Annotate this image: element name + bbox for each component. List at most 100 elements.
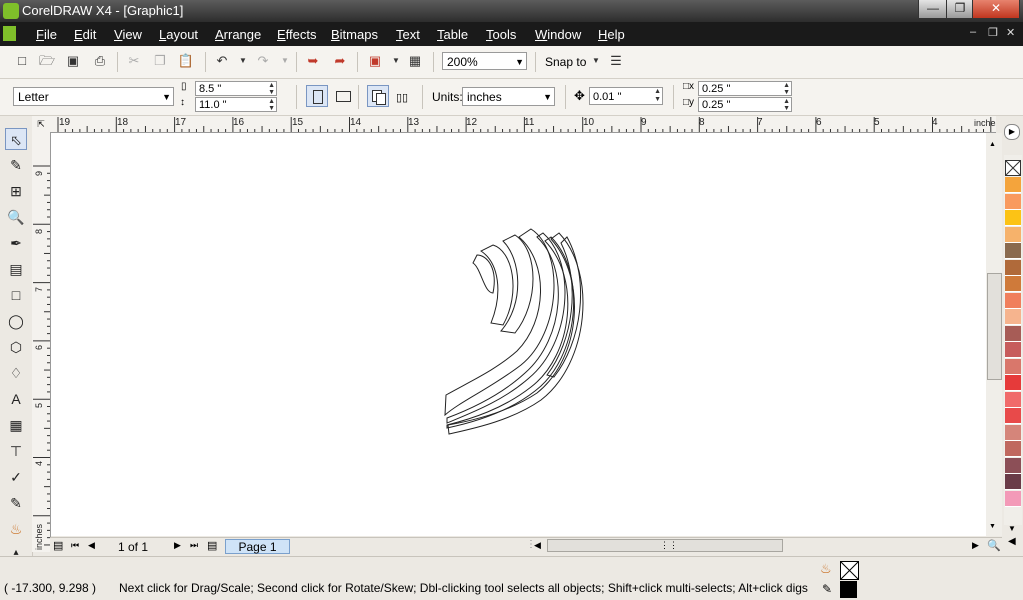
application-launcher-icon[interactable]: ▣ [366,53,384,69]
paper-type-select[interactable]: Letter ▼ [13,87,174,106]
maximize-button[interactable]: ❐ [946,0,974,19]
paste-icon[interactable]: 📋 [177,53,195,69]
fill-tool-icon[interactable]: ♨ [5,518,27,540]
units-select[interactable]: inches ▼ [462,87,555,106]
zoom-tool-icon[interactable]: 🔍 [5,206,27,228]
navigator-icon[interactable]: 🔍 [987,539,1001,552]
menu-arrange[interactable]: Arrange [215,27,261,42]
new-document-icon[interactable]: □ [13,53,31,69]
palette-swatch[interactable] [1005,259,1021,276]
copy-icon[interactable]: ❐ [151,53,169,69]
snap-to-dropdown-icon[interactable]: ▼ [587,53,605,69]
palette-swatch[interactable] [1005,177,1021,193]
landscape-button[interactable] [336,91,351,102]
duplicate-distance-y-input[interactable]: 0.25 " ▲ ▼ [698,97,792,112]
vertical-scroll-thumb[interactable] [987,273,1002,380]
spin-arrows-icon[interactable]: ▲ ▼ [783,98,790,112]
table-tool-icon[interactable]: ▦ [5,414,27,436]
last-page-icon[interactable]: ⏭ [190,540,198,551]
palette-swatch[interactable] [1005,210,1021,226]
palette-swatch[interactable] [1005,292,1021,309]
horizontal-ruler[interactable]: 19 18 17 16 15 14 13 12 11 10 9 8 7 6 5 … [50,116,996,133]
palette-swatch[interactable] [1005,358,1021,375]
paper-height-input[interactable]: 11.0 " ▲ ▼ [195,97,277,112]
launcher-dropdown-icon[interactable]: ▼ [387,53,405,69]
dimension-tool-icon[interactable]: ⊤ [5,440,27,462]
menu-window[interactable]: Window [535,27,581,42]
palette-swatch[interactable] [1005,193,1021,210]
menu-view[interactable]: View [114,27,142,42]
text-tool-icon[interactable]: A [5,388,27,410]
freehand-tool-icon[interactable]: ✒ [5,232,27,254]
spin-arrows-icon[interactable]: ▲ ▼ [654,88,661,104]
palette-swatch[interactable] [1005,375,1021,391]
menu-file[interactable]: File [36,27,57,42]
menu-text[interactable]: Text [396,27,420,42]
menu-table[interactable]: Table [437,27,468,42]
snap-to-button[interactable]: Snap to [545,55,586,69]
undo-icon[interactable]: ↶ [213,53,231,69]
ruler-origin-icon[interactable]: ⇱ [32,116,51,133]
palette-swatch[interactable] [1005,457,1021,474]
open-folder-icon[interactable]: 🗁 [38,53,56,69]
welcome-screen-icon[interactable]: ▦ [406,53,424,69]
horizontal-scroll-thumb[interactable]: ⋮⋮ [547,539,783,552]
palette-flyout-icon[interactable]: ◀ [1008,536,1016,547]
palette-swatch[interactable] [1005,490,1021,507]
menu-bitmaps[interactable]: Bitmaps [331,27,378,42]
shape-tool-icon[interactable]: ✎ [5,154,27,176]
scroll-right-icon[interactable]: ▶ [972,540,979,551]
menu-help[interactable]: Help [598,27,625,42]
first-page-icon[interactable]: ⏮ [71,540,79,551]
document-icon[interactable] [3,26,16,41]
drawing-canvas[interactable] [51,133,986,536]
palette-swatch[interactable] [1005,441,1021,457]
outline-color-swatch[interactable] [840,581,857,598]
all-pages-icon[interactable] [367,85,389,107]
spin-arrows-icon[interactable]: ▲ ▼ [783,82,790,96]
no-color-swatch[interactable] [1005,160,1021,176]
duplicate-distance-x-input[interactable]: 0.25 " ▲ ▼ [698,81,792,96]
portrait-button[interactable] [306,85,328,107]
eyedropper-tool-icon[interactable]: ✓ [5,466,27,488]
save-icon[interactable]: ▣ [64,53,82,69]
spin-arrows-icon[interactable]: ▲ ▼ [268,98,275,112]
basic-shapes-tool-icon[interactable]: ♢ [5,362,27,384]
redo-dropdown-icon[interactable]: ▼ [276,53,294,69]
palette-swatch[interactable] [1005,309,1021,325]
palette-swatch[interactable] [1005,408,1021,424]
spin-arrows-icon[interactable]: ▲ ▼ [268,82,275,96]
nudge-distance-input[interactable]: 0.01 " ▲ ▼ [589,87,663,105]
page-tab[interactable]: Page 1 [225,539,290,554]
menu-layout[interactable]: Layout [159,27,198,42]
close-button[interactable]: ✕ [972,0,1020,19]
artwork-arcs[interactable] [51,133,986,536]
outline-pen-tool-icon[interactable]: ✎ [5,492,27,514]
add-page-icon[interactable]: ▤ [53,539,63,552]
import-icon[interactable]: ➥ [304,53,322,69]
previous-page-icon[interactable]: ◀ [88,540,95,551]
menu-tools[interactable]: Tools [486,27,516,42]
palette-scroll-up-icon[interactable]: ▶ [1004,124,1020,140]
palette-scroll-down-icon[interactable]: ▼ [1008,524,1016,533]
doc-restore-icon[interactable]: ❐ [988,26,998,39]
cut-icon[interactable]: ✂ [125,53,143,69]
palette-swatch[interactable] [1005,342,1021,358]
vertical-ruler[interactable]: 9 8 7 6 5 4 inches [32,132,51,552]
vertical-scrollbar[interactable]: ▲ ▼ [986,133,1002,536]
smart-fill-tool-icon[interactable]: ▤ [5,258,27,280]
scroll-up-icon[interactable]: ▲ [989,141,996,148]
undo-dropdown-icon[interactable]: ▼ [234,53,252,69]
scroll-left-icon[interactable]: ◀ [534,540,541,551]
palette-swatch[interactable] [1005,424,1021,441]
ellipse-tool-icon[interactable]: ◯ [5,310,27,332]
palette-swatch[interactable] [1005,243,1021,259]
palette-swatch[interactable] [1005,325,1021,342]
zoom-levels-select[interactable]: 200% ▼ [442,52,527,70]
add-page-after-icon[interactable]: ▤ [207,539,217,552]
palette-swatch[interactable] [1005,276,1021,292]
doc-minimize-icon[interactable]: – [970,26,976,38]
next-page-icon[interactable]: ▶ [174,540,181,551]
doc-close-icon[interactable]: ✕ [1006,26,1015,39]
print-icon[interactable]: ⎙ [91,53,109,69]
